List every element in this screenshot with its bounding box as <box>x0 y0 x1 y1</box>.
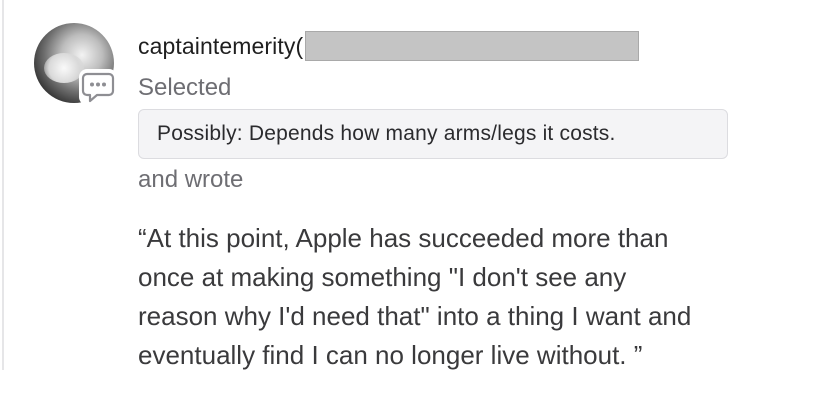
comment-quote: “At this point, Apple has succeeded more… <box>138 219 818 375</box>
selected-option-text: Possibly: Depends how many arms/legs it … <box>157 122 616 145</box>
quote-line: reason why I'd need that" into a thing I… <box>138 301 692 331</box>
timeline-line <box>2 0 4 370</box>
quote-line: once at making something "I don't see an… <box>138 262 627 292</box>
quote-line: “At this point, Apple has succeeded more… <box>138 223 669 253</box>
username-row: captaintemerity( <box>138 30 640 62</box>
speech-bubble-icon <box>81 72 115 103</box>
quote-line: eventually find I can no longer live wit… <box>138 340 643 370</box>
comment-badge <box>79 69 117 105</box>
selected-option-chip: Possibly: Depends how many arms/legs it … <box>138 109 728 159</box>
redacted-block <box>305 31 640 61</box>
wrote-label: and wrote <box>138 166 244 193</box>
username[interactable]: captaintemerity( <box>138 33 303 60</box>
selected-label: Selected <box>138 74 232 101</box>
